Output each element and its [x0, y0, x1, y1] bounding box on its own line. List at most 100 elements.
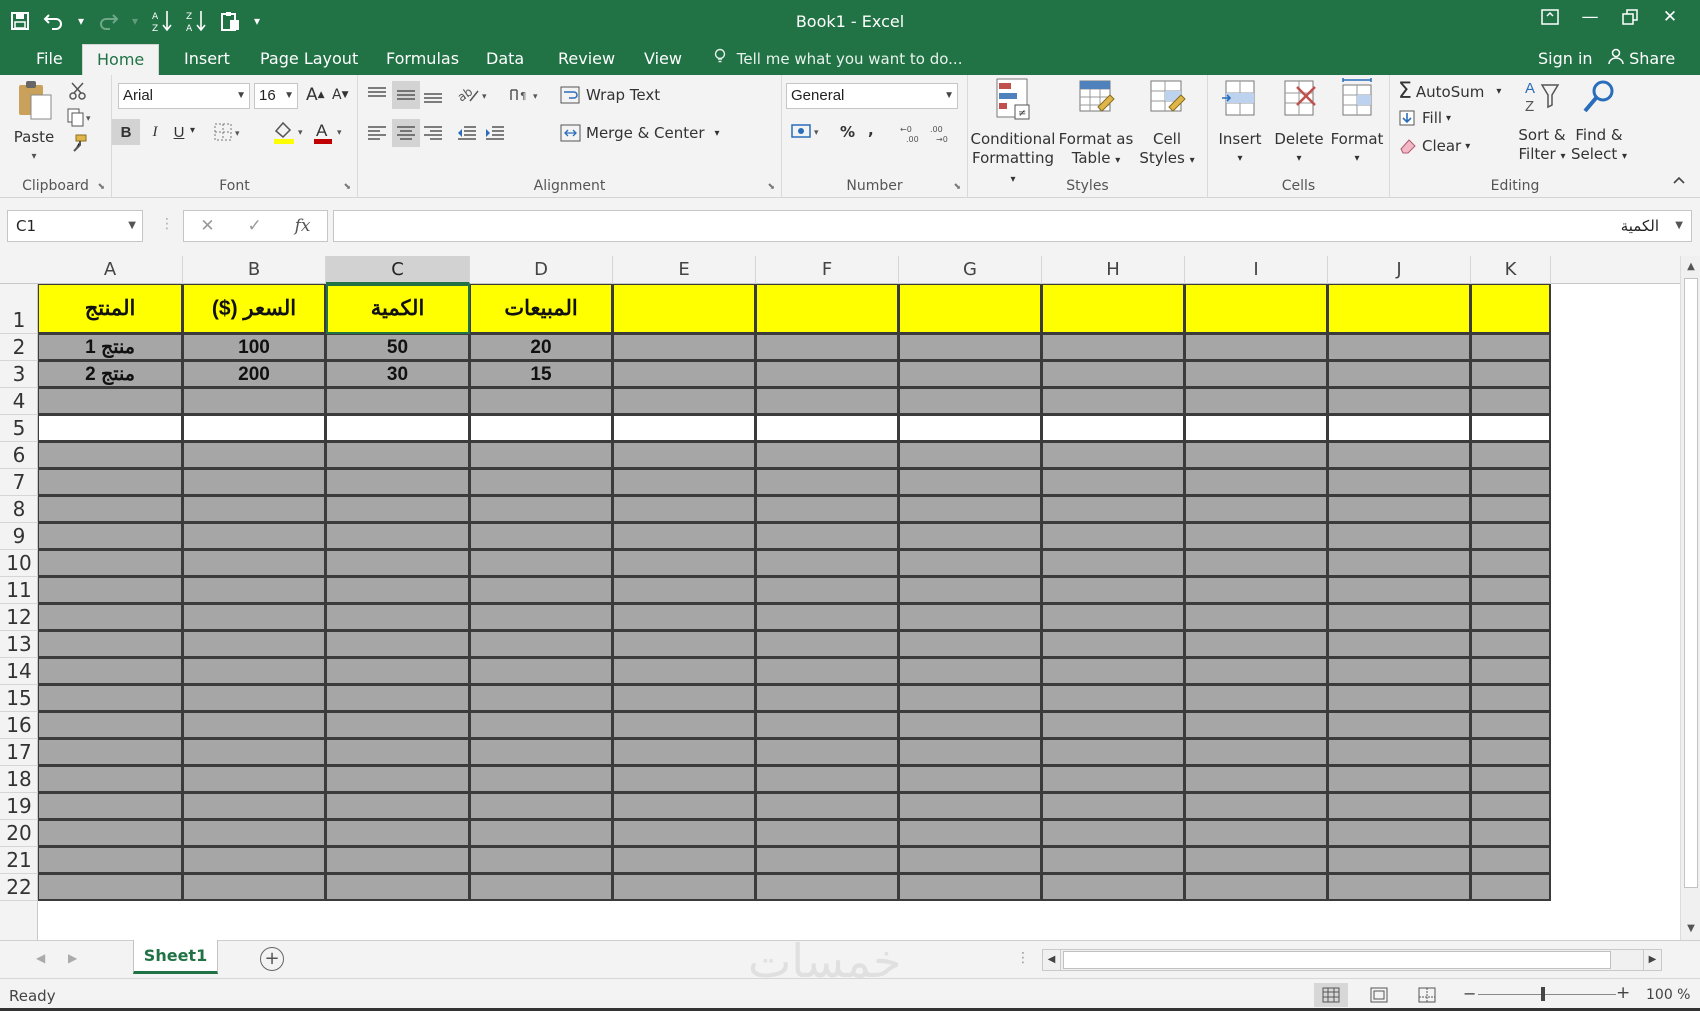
cell-c9[interactable]: [326, 523, 470, 550]
cell-k18[interactable]: [1471, 766, 1551, 793]
cell-j5[interactable]: [1328, 415, 1471, 442]
cell-e20[interactable]: [613, 820, 756, 847]
cell-g8[interactable]: [899, 496, 1042, 523]
cell-b19[interactable]: [183, 793, 326, 820]
cell-i21[interactable]: [1185, 847, 1328, 874]
tab-home[interactable]: Home: [82, 44, 160, 75]
cell-h2[interactable]: [1042, 334, 1185, 361]
cell-k2[interactable]: [1471, 334, 1551, 361]
ribbon-display-icon[interactable]: [1530, 2, 1570, 32]
clear-button[interactable]: Clear ▾: [1398, 137, 1470, 155]
name-box[interactable]: C1 ▼: [7, 210, 143, 242]
cell-b12[interactable]: [183, 604, 326, 631]
cell-b13[interactable]: [183, 631, 326, 658]
cell-g10[interactable]: [899, 550, 1042, 577]
cell-a12[interactable]: [38, 604, 183, 631]
cell-k7[interactable]: [1471, 469, 1551, 496]
column-header-h[interactable]: H: [1042, 256, 1185, 284]
cell-f3[interactable]: [756, 361, 899, 388]
row-header-12[interactable]: 12: [0, 604, 38, 631]
row-header-16[interactable]: 16: [0, 712, 38, 739]
cell-c6[interactable]: [326, 442, 470, 469]
cell-d11[interactable]: [470, 577, 613, 604]
increase-indent-icon[interactable]: [484, 123, 506, 143]
column-header-f[interactable]: F: [756, 256, 899, 284]
cell-a20[interactable]: [38, 820, 183, 847]
row-header-8[interactable]: 8: [0, 496, 38, 523]
cell-k10[interactable]: [1471, 550, 1551, 577]
cell-c21[interactable]: [326, 847, 470, 874]
cell-g4[interactable]: [899, 388, 1042, 415]
cell-a5[interactable]: [38, 415, 183, 442]
italic-button[interactable]: I: [144, 119, 166, 145]
decrease-font-size-icon[interactable]: A ▼: [332, 87, 349, 103]
column-header-e[interactable]: E: [613, 256, 756, 284]
cell-h16[interactable]: [1042, 712, 1185, 739]
dialog-launcher-icon[interactable]: ⬊: [343, 182, 351, 192]
cell-e14[interactable]: [613, 658, 756, 685]
cell-c5[interactable]: [326, 415, 470, 442]
cell-g14[interactable]: [899, 658, 1042, 685]
row-header-18[interactable]: 18: [0, 766, 38, 793]
insert-cells-button[interactable]: Insert ▾: [1212, 77, 1268, 168]
cell-i4[interactable]: [1185, 388, 1328, 415]
cell-e16[interactable]: [613, 712, 756, 739]
copy-icon[interactable]: ▾: [66, 107, 92, 127]
cell-c1[interactable]: الكمية: [326, 284, 470, 334]
row-header-22[interactable]: 22: [0, 874, 38, 901]
cell-g16[interactable]: [899, 712, 1042, 739]
dialog-launcher-icon[interactable]: ⬊: [97, 182, 105, 192]
cell-k19[interactable]: [1471, 793, 1551, 820]
cell-g11[interactable]: [899, 577, 1042, 604]
cancel-icon[interactable]: ✕: [200, 216, 214, 236]
cell-c12[interactable]: [326, 604, 470, 631]
cell-j10[interactable]: [1328, 550, 1471, 577]
cell-e2[interactable]: [613, 334, 756, 361]
cell-e15[interactable]: [613, 685, 756, 712]
cell-h22[interactable]: [1042, 874, 1185, 901]
cell-c8[interactable]: [326, 496, 470, 523]
cell-a10[interactable]: [38, 550, 183, 577]
cell-b17[interactable]: [183, 739, 326, 766]
row-header-6[interactable]: 6: [0, 442, 38, 469]
sheet-tab-sheet1[interactable]: Sheet1: [133, 940, 218, 974]
cell-b1[interactable]: السعر ($): [183, 284, 326, 334]
cell-a7[interactable]: [38, 469, 183, 496]
dialog-launcher-icon[interactable]: ⬊: [767, 182, 775, 192]
tab-page-layout[interactable]: Page Layout: [246, 44, 372, 75]
expand-formula-bar-icon[interactable]: ▼: [1675, 211, 1683, 241]
cell-b14[interactable]: [183, 658, 326, 685]
bold-button[interactable]: B: [112, 119, 140, 145]
cell-k21[interactable]: [1471, 847, 1551, 874]
normal-view-icon[interactable]: [1314, 983, 1348, 1007]
next-sheet-icon[interactable]: ▶: [68, 951, 77, 965]
cell-j2[interactable]: [1328, 334, 1471, 361]
cell-k12[interactable]: [1471, 604, 1551, 631]
cell-b6[interactable]: [183, 442, 326, 469]
cell-d4[interactable]: [470, 388, 613, 415]
row-header-3[interactable]: 3: [0, 361, 38, 388]
cell-g1[interactable]: [899, 284, 1042, 334]
cell-j7[interactable]: [1328, 469, 1471, 496]
cell-k15[interactable]: [1471, 685, 1551, 712]
cell-g21[interactable]: [899, 847, 1042, 874]
cell-h19[interactable]: [1042, 793, 1185, 820]
borders-icon[interactable]: ▾: [214, 123, 242, 141]
cell-d1[interactable]: المبيعات: [470, 284, 613, 334]
cell-k13[interactable]: [1471, 631, 1551, 658]
cell-j6[interactable]: [1328, 442, 1471, 469]
comma-style-button[interactable]: ,: [868, 121, 874, 139]
cell-i15[interactable]: [1185, 685, 1328, 712]
cell-j8[interactable]: [1328, 496, 1471, 523]
cell-i7[interactable]: [1185, 469, 1328, 496]
cell-h11[interactable]: [1042, 577, 1185, 604]
cell-i17[interactable]: [1185, 739, 1328, 766]
cell-f17[interactable]: [756, 739, 899, 766]
cell-f19[interactable]: [756, 793, 899, 820]
cell-e4[interactable]: [613, 388, 756, 415]
sign-in-link[interactable]: Sign in: [1538, 44, 1593, 75]
cell-c11[interactable]: [326, 577, 470, 604]
cell-c14[interactable]: [326, 658, 470, 685]
cell-c7[interactable]: [326, 469, 470, 496]
collapse-ribbon-icon[interactable]: [1672, 173, 1686, 189]
